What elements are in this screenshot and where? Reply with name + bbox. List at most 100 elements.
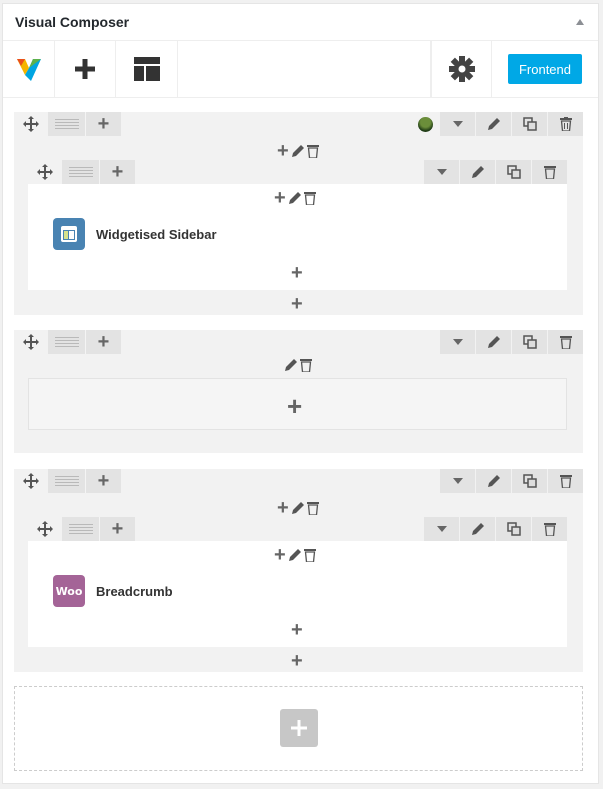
toolbar-spacer <box>178 41 431 97</box>
inner-row-add-button[interactable]: + <box>99 517 135 541</box>
frontend-button[interactable]: Frontend <box>508 54 582 84</box>
woo-icon: Woo <box>53 575 85 607</box>
row-2-right-controls <box>439 330 583 354</box>
row-clone-button[interactable] <box>511 112 547 136</box>
plus-icon[interactable]: + <box>274 545 286 565</box>
row-edit-button[interactable] <box>475 330 511 354</box>
row-drag-handle[interactable] <box>14 469 48 493</box>
clone-icon <box>522 474 537 488</box>
element-widgetised-sidebar[interactable]: Widgetised Sidebar <box>53 218 217 250</box>
vc-toolbar: Frontend <box>3 41 598 98</box>
row-layout-button[interactable] <box>48 112 85 136</box>
add-element-plus-icon[interactable]: + <box>291 620 303 640</box>
row-drag-handle[interactable] <box>14 112 48 136</box>
inner-row-clone-button[interactable] <box>495 517 531 541</box>
pencil-icon[interactable] <box>291 501 305 515</box>
inner-row-delete-button[interactable] <box>531 160 567 184</box>
empty-column-dropzone[interactable]: + <box>28 378 567 430</box>
row-add-column-button[interactable]: + <box>85 330 121 354</box>
inner-row-toggle-button[interactable] <box>423 160 459 184</box>
settings-button[interactable] <box>431 41 492 97</box>
inner-row-edit-button[interactable] <box>459 160 495 184</box>
plus-icon: + <box>97 113 110 135</box>
plus-icon <box>291 720 307 736</box>
move-icon <box>23 116 39 132</box>
inner-row-clone-button[interactable] <box>495 160 531 184</box>
add-element-plus-icon[interactable]: + <box>291 294 303 314</box>
row-edit-button[interactable] <box>475 469 511 493</box>
add-row-button[interactable] <box>280 709 318 747</box>
trash-icon[interactable] <box>303 191 316 205</box>
row-delete-button[interactable] <box>547 469 583 493</box>
add-element-plus-icon[interactable]: + <box>291 263 303 283</box>
element-label: Breadcrumb <box>96 583 173 599</box>
vc-logo-button[interactable] <box>3 41 55 97</box>
row-add-column-button[interactable]: + <box>85 112 121 136</box>
inner-row-drag-handle[interactable] <box>28 517 62 541</box>
row-drag-handle[interactable] <box>14 330 48 354</box>
row-1: + + + + Widgetised Sidebar + + <box>14 112 583 315</box>
row-edit-button[interactable] <box>475 112 511 136</box>
templates-icon <box>133 57 160 81</box>
trash-icon <box>559 475 572 488</box>
row-layout-icon <box>68 167 93 177</box>
row-3-right-controls <box>439 469 583 493</box>
plus-icon <box>75 59 95 79</box>
inner-row-left-controls: + <box>28 160 135 184</box>
inner-row-delete-button[interactable] <box>531 517 567 541</box>
plus-icon[interactable]: + <box>277 498 289 518</box>
add-element-button[interactable] <box>55 41 116 97</box>
plus-icon[interactable]: + <box>277 141 289 161</box>
caret-down-icon <box>452 121 463 127</box>
plus-icon: + <box>97 470 110 492</box>
row-toggle-button[interactable] <box>439 112 475 136</box>
column-tools: + <box>277 141 319 161</box>
trash-icon[interactable] <box>303 548 316 562</box>
add-element-plus-icon[interactable]: + <box>291 651 303 671</box>
pencil-icon <box>487 118 500 130</box>
row-toggle-button[interactable] <box>439 469 475 493</box>
row-layout-icon <box>54 476 79 486</box>
element-breadcrumb[interactable]: Woo Breadcrumb <box>53 575 173 607</box>
row-toggle-button[interactable] <box>439 330 475 354</box>
inner-row-drag-handle[interactable] <box>28 160 62 184</box>
plus-icon[interactable]: + <box>274 188 286 208</box>
clone-icon <box>522 117 537 131</box>
trash-icon[interactable] <box>306 144 319 158</box>
row-clone-button[interactable] <box>511 469 547 493</box>
caret-down-icon <box>452 478 463 484</box>
pencil-icon[interactable] <box>291 144 305 158</box>
pencil-icon[interactable] <box>284 358 298 372</box>
templates-button[interactable] <box>116 41 178 97</box>
panel-header[interactable]: Visual Composer <box>3 4 598 41</box>
move-icon <box>23 334 39 350</box>
element-label: Widgetised Sidebar <box>96 226 217 242</box>
row-add-column-button[interactable]: + <box>85 469 121 493</box>
inner-row-add-button[interactable]: + <box>99 160 135 184</box>
row-1-left-controls: + <box>14 112 121 136</box>
trash-icon[interactable] <box>300 358 312 372</box>
inner-row-right-controls <box>423 517 567 541</box>
row-delete-button[interactable] <box>547 112 583 136</box>
woo-icon-text: Woo <box>55 584 83 598</box>
inner-row-edit-button[interactable] <box>459 517 495 541</box>
gear-icon <box>448 56 475 82</box>
row-clone-button[interactable] <box>511 330 547 354</box>
inner-row-layout-button[interactable] <box>62 517 99 541</box>
collapse-arrow-icon[interactable] <box>576 19 584 25</box>
trash-icon[interactable] <box>306 501 319 515</box>
add-row-zone[interactable] <box>14 686 583 771</box>
row-delete-button[interactable] <box>547 330 583 354</box>
pencil-icon[interactable] <box>288 191 302 205</box>
row-layout-button[interactable] <box>48 330 85 354</box>
pencil-icon[interactable] <box>288 548 302 562</box>
widget-sidebar-icon <box>53 218 85 250</box>
move-icon <box>37 164 53 180</box>
trash-icon <box>543 523 556 536</box>
row-layout-button[interactable] <box>48 469 85 493</box>
panel-title: Visual Composer <box>15 14 130 30</box>
inner-row-3: + + Woo Breadcrumb + <box>28 517 567 647</box>
inner-row-layout-button[interactable] <box>62 160 99 184</box>
add-element-plus-icon[interactable]: + <box>287 393 302 419</box>
inner-row-toggle-button[interactable] <box>423 517 459 541</box>
